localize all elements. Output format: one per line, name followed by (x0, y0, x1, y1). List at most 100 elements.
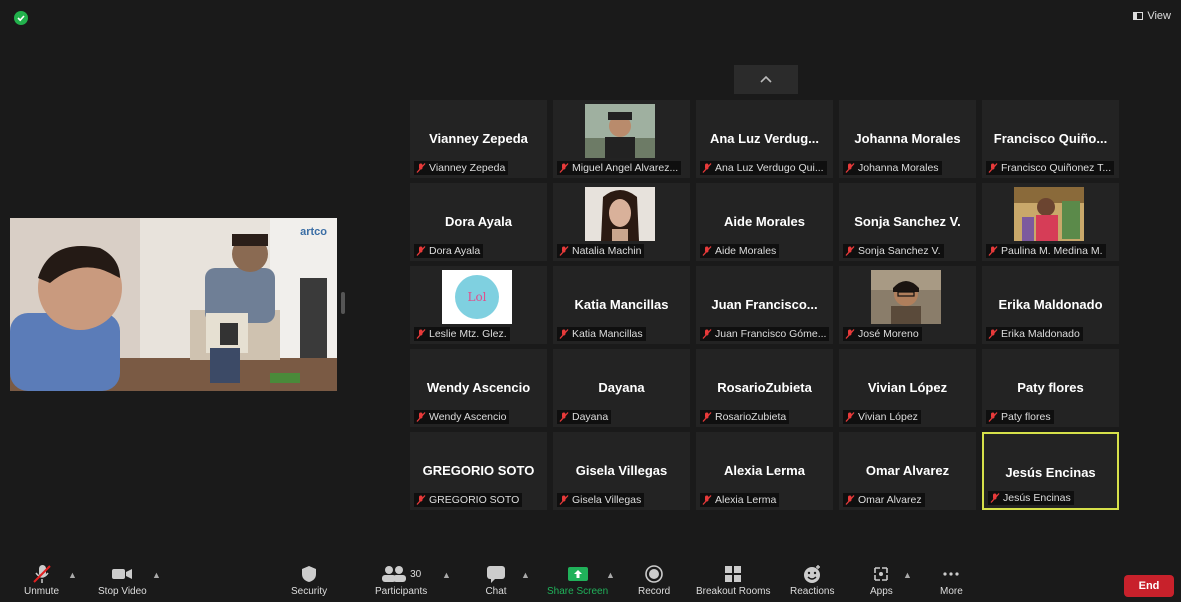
reactions-icon (804, 565, 821, 583)
participant-name: Wendy Ascencio (429, 411, 507, 423)
mic-muted-icon (416, 495, 426, 505)
share-screen-icon (567, 567, 588, 581)
participant-tile[interactable]: Natalia Machin (553, 183, 690, 261)
participant-display-name: Ana Luz Verdug... (709, 131, 820, 146)
participant-tile[interactable]: Miguel Angel Alvarez... (553, 100, 690, 178)
participant-tile[interactable]: Omar Alvarez Omar Alvarez (839, 432, 976, 510)
participant-tile[interactable]: Dayana Dayana (553, 349, 690, 427)
view-button[interactable]: View (1133, 10, 1171, 22)
participant-tile[interactable]: Lol Leslie Mtz. Glez. (410, 266, 547, 344)
participant-name-label: Leslie Mtz. Glez. (414, 327, 510, 341)
participant-name-label: Katia Mancillas (557, 327, 646, 341)
unmute-button[interactable]: Unmute (24, 564, 59, 597)
participant-tile[interactable]: Wendy Ascencio Wendy Ascencio (410, 349, 547, 427)
reactions-button[interactable]: Reactions (790, 564, 834, 597)
participant-display-name: Johanna Morales (854, 131, 961, 146)
video-options-caret[interactable]: ▲ (152, 570, 161, 580)
encryption-shield-icon[interactable] (14, 11, 28, 25)
breakout-rooms-button[interactable]: Breakout Rooms (696, 564, 770, 597)
participant-tile[interactable]: Vivian López Vivian López (839, 349, 976, 427)
participant-name-label: Juan Francisco Góme... (700, 327, 830, 341)
participant-name: Dora Ayala (429, 245, 481, 257)
participant-tile[interactable]: Vianney Zepeda Vianney Zepeda (410, 100, 547, 178)
participant-name: Natalia Machin (572, 245, 642, 257)
participant-display-name: Wendy Ascencio (426, 380, 531, 395)
view-icon (1133, 12, 1144, 20)
participant-name-label: Gisela Villegas (557, 493, 645, 507)
more-label: More (940, 586, 963, 597)
participant-name-label: Johanna Morales (843, 161, 942, 175)
participant-tile[interactable]: Ana Luz Verdug... Ana Luz Verdugo Qui... (696, 100, 833, 178)
breakout-rooms-label: Breakout Rooms (696, 586, 771, 597)
participant-tile[interactable]: Juan Francisco... Juan Francisco Góme... (696, 266, 833, 344)
participant-tile[interactable]: Erika Maldonado Erika Maldonado (982, 266, 1119, 344)
svg-text:Lol: Lol (467, 290, 486, 304)
participant-tile[interactable]: José Moreno (839, 266, 976, 344)
audio-options-caret[interactable]: ▲ (68, 570, 77, 580)
mic-muted-icon (988, 246, 998, 256)
participant-name: Sonja Sanchez V. (858, 245, 941, 257)
more-button[interactable]: More (940, 564, 963, 597)
participant-tile[interactable]: Francisco Quiño... Francisco Quiñonez T..… (982, 100, 1119, 178)
participant-name-label: Wendy Ascencio (414, 410, 510, 424)
participant-tile[interactable]: RosarioZubieta RosarioZubieta (696, 349, 833, 427)
participant-tile[interactable]: GREGORIO SOTO GREGORIO SOTO (410, 432, 547, 510)
participant-display-name: RosarioZubieta (717, 380, 812, 395)
collapse-gallery-button[interactable] (734, 65, 798, 94)
mic-muted-icon (416, 163, 426, 173)
participant-name-label: Sonja Sanchez V. (843, 244, 944, 258)
participant-name-label: Miguel Angel Alvarez... (557, 161, 682, 175)
apps-button[interactable]: Apps (870, 564, 893, 597)
participant-video: Lol (442, 270, 512, 324)
stop-video-button[interactable]: Stop Video (98, 564, 147, 597)
participant-tile[interactable]: Jesús Encinas Jesús Encinas (982, 432, 1119, 510)
participant-name: Alexia Lerma (715, 494, 777, 506)
participant-name-label: Erika Maldonado (986, 327, 1083, 341)
security-button[interactable]: Security (291, 564, 327, 597)
participant-tile[interactable]: Gisela Villegas Gisela Villegas (553, 432, 690, 510)
mic-muted-icon (559, 412, 569, 422)
participant-tile[interactable]: Katia Mancillas Katia Mancillas (553, 266, 690, 344)
record-button[interactable]: Record (638, 564, 670, 597)
speaker-video[interactable]: artco (10, 218, 337, 391)
apps-label: Apps (870, 586, 893, 597)
mic-muted-icon (32, 565, 51, 583)
mic-muted-icon (702, 412, 712, 422)
participant-tile[interactable]: Alexia Lerma Alexia Lerma (696, 432, 833, 510)
participant-tile[interactable]: Aide Morales Aide Morales (696, 183, 833, 261)
participant-name-label: Alexia Lerma (700, 493, 780, 507)
participant-name: Miguel Angel Alvarez... (572, 162, 679, 174)
mic-muted-icon (416, 246, 426, 256)
chat-button[interactable]: Chat (485, 564, 507, 597)
chat-options-caret[interactable]: ▲ (521, 570, 530, 580)
participant-display-name: Omar Alvarez (865, 463, 950, 478)
participants-button[interactable]: 30 Participants (375, 564, 427, 597)
participant-display-name: Erika Maldonado (998, 297, 1103, 312)
participant-video (585, 104, 655, 158)
apps-options-caret[interactable]: ▲ (903, 570, 912, 580)
participant-tile[interactable]: Paulina M. Medina M. (982, 183, 1119, 261)
security-shield-icon (302, 566, 317, 582)
mic-muted-icon (988, 412, 998, 422)
mic-muted-icon (702, 163, 712, 173)
participant-name: Ana Luz Verdugo Qui... (715, 162, 824, 174)
participants-options-caret[interactable]: ▲ (442, 570, 451, 580)
participant-name-label: Aide Morales (700, 244, 780, 258)
share-options-caret[interactable]: ▲ (606, 570, 615, 580)
share-screen-button[interactable]: Share Screen (547, 564, 608, 597)
participant-display-name: Francisco Quiño... (993, 131, 1108, 146)
meeting-toolbar: Unmute ▲ Stop Video ▲ Security 30 Partic… (0, 560, 1181, 602)
end-meeting-button[interactable]: End (1124, 575, 1174, 597)
record-icon (645, 565, 663, 583)
participant-tile[interactable]: Paty flores Paty flores (982, 349, 1119, 427)
participant-display-name: Sonja Sanchez V. (854, 214, 961, 229)
participant-display-name: Vianney Zepeda (429, 131, 528, 146)
participant-video (1014, 187, 1084, 241)
participant-name: Katia Mancillas (572, 328, 643, 340)
mic-muted-icon (559, 495, 569, 505)
participant-tile[interactable]: Sonja Sanchez V. Sonja Sanchez V. (839, 183, 976, 261)
participant-tile[interactable]: Dora Ayala Dora Ayala (410, 183, 547, 261)
panel-resize-handle[interactable] (341, 292, 345, 314)
participant-name: Francisco Quiñonez T... (1001, 162, 1112, 174)
participant-tile[interactable]: Johanna Morales Johanna Morales (839, 100, 976, 178)
